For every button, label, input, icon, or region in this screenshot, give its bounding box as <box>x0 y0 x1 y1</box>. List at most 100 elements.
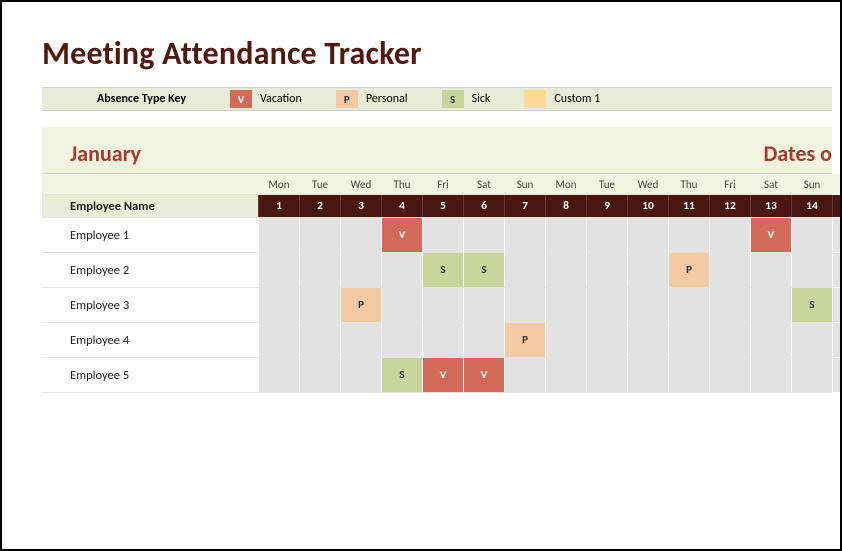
attendance-cell[interactable] <box>627 358 668 392</box>
attendance-cell[interactable] <box>258 358 299 392</box>
attendance-cell[interactable] <box>586 253 627 287</box>
attendance-cell[interactable] <box>791 323 832 357</box>
attendance-cell[interactable] <box>504 218 545 252</box>
table-row: Employee 1 V V <box>42 218 832 253</box>
attendance-cell[interactable] <box>504 253 545 287</box>
attendance-cell[interactable] <box>750 358 791 392</box>
attendance-cell[interactable] <box>791 358 832 392</box>
attendance-cell[interactable] <box>258 323 299 357</box>
attendance-cell[interactable]: P <box>340 288 381 322</box>
date-cell: 1 <box>258 195 299 217</box>
dow-cell: Sat <box>463 174 504 194</box>
dow-cell: Mon <box>258 174 299 194</box>
attendance-cell[interactable]: S <box>381 358 422 392</box>
attendance-cell[interactable] <box>545 358 586 392</box>
attendance-cell[interactable] <box>709 323 750 357</box>
attendance-cell[interactable] <box>299 253 340 287</box>
attendance-cell[interactable] <box>258 218 299 252</box>
month-header: January Dates o <box>42 127 832 174</box>
attendance-cell[interactable]: P <box>504 323 545 357</box>
attendance-cell[interactable] <box>340 323 381 357</box>
attendance-cell[interactable] <box>463 323 504 357</box>
attendance-cell[interactable] <box>709 253 750 287</box>
attendance-cell[interactable]: V <box>463 358 504 392</box>
attendance-cell[interactable] <box>791 253 832 287</box>
attendance-cell[interactable] <box>586 323 627 357</box>
attendance-cell[interactable] <box>463 288 504 322</box>
attendance-cell[interactable] <box>627 323 668 357</box>
date-cell: 7 <box>504 195 545 217</box>
attendance-cell[interactable] <box>586 358 627 392</box>
attendance-cell[interactable] <box>299 323 340 357</box>
attendance-grid: MonTueWedThuFriSatSunMonTueWedThuFriSatS… <box>42 174 832 393</box>
attendance-cell[interactable] <box>422 323 463 357</box>
attendance-cell[interactable] <box>832 323 842 357</box>
attendance-cell[interactable] <box>709 288 750 322</box>
dates-heading: Dates o <box>763 140 832 173</box>
attendance-cell[interactable] <box>299 358 340 392</box>
attendance-cell[interactable] <box>668 218 709 252</box>
attendance-cell[interactable] <box>340 253 381 287</box>
date-cell: 8 <box>545 195 586 217</box>
attendance-cell[interactable] <box>832 288 842 322</box>
attendance-cell[interactable] <box>381 253 422 287</box>
attendance-cell[interactable] <box>299 218 340 252</box>
attendance-cell[interactable] <box>381 288 422 322</box>
dow-cell: Sun <box>791 174 832 194</box>
attendance-cell[interactable] <box>463 218 504 252</box>
date-cell: 10 <box>627 195 668 217</box>
attendance-cell[interactable] <box>340 218 381 252</box>
attendance-cell[interactable] <box>545 253 586 287</box>
dow-cell: Mon <box>545 174 586 194</box>
legend-chip-personal: P <box>336 90 358 108</box>
attendance-cell[interactable] <box>627 253 668 287</box>
attendance-cell[interactable] <box>545 218 586 252</box>
attendance-cell[interactable] <box>545 288 586 322</box>
attendance-cell[interactable]: P <box>668 253 709 287</box>
attendance-cell[interactable]: V <box>422 358 463 392</box>
attendance-cell[interactable] <box>299 288 340 322</box>
attendance-cell[interactable] <box>750 323 791 357</box>
legend-chip-sick: S <box>442 90 464 108</box>
attendance-cell[interactable] <box>627 288 668 322</box>
attendance-cell[interactable] <box>586 288 627 322</box>
attendance-cell[interactable] <box>750 288 791 322</box>
attendance-cell[interactable] <box>504 358 545 392</box>
attendance-cell[interactable] <box>668 288 709 322</box>
attendance-cell[interactable] <box>668 358 709 392</box>
attendance-cell[interactable] <box>422 218 463 252</box>
attendance-cell[interactable] <box>258 288 299 322</box>
attendance-cell[interactable] <box>832 253 842 287</box>
attendance-cell[interactable]: V <box>381 218 422 252</box>
attendance-cell[interactable] <box>258 253 299 287</box>
attendance-cell[interactable]: V <box>750 218 791 252</box>
attendance-cell[interactable] <box>668 323 709 357</box>
date-cell: 3 <box>340 195 381 217</box>
attendance-cell[interactable] <box>504 288 545 322</box>
date-cell: 13 <box>750 195 791 217</box>
attendance-cell[interactable] <box>422 288 463 322</box>
employee-name: Employee 3 <box>42 288 258 322</box>
date-row: Employee Name123456789101112131415 <box>42 195 832 218</box>
blank-name <box>42 174 258 194</box>
attendance-cell[interactable] <box>545 323 586 357</box>
attendance-cell[interactable] <box>709 218 750 252</box>
date-cell: 11 <box>668 195 709 217</box>
attendance-cell[interactable] <box>750 253 791 287</box>
attendance-cell[interactable] <box>832 358 842 392</box>
attendance-cell[interactable] <box>832 218 842 252</box>
attendance-cell[interactable] <box>791 218 832 252</box>
attendance-cell[interactable]: S <box>422 253 463 287</box>
employee-name: Employee 4 <box>42 323 258 357</box>
attendance-cell[interactable]: S <box>463 253 504 287</box>
legend-label-sick: Sick <box>464 92 525 106</box>
attendance-cell[interactable]: S <box>791 288 832 322</box>
attendance-cell[interactable] <box>709 358 750 392</box>
attendance-cell[interactable] <box>381 323 422 357</box>
attendance-cell[interactable] <box>340 358 381 392</box>
employee-name: Employee 1 <box>42 218 258 252</box>
attendance-cell[interactable] <box>586 218 627 252</box>
dow-row: MonTueWedThuFriSatSunMonTueWedThuFriSatS… <box>42 174 832 195</box>
attendance-cell[interactable] <box>627 218 668 252</box>
date-cell: 6 <box>463 195 504 217</box>
